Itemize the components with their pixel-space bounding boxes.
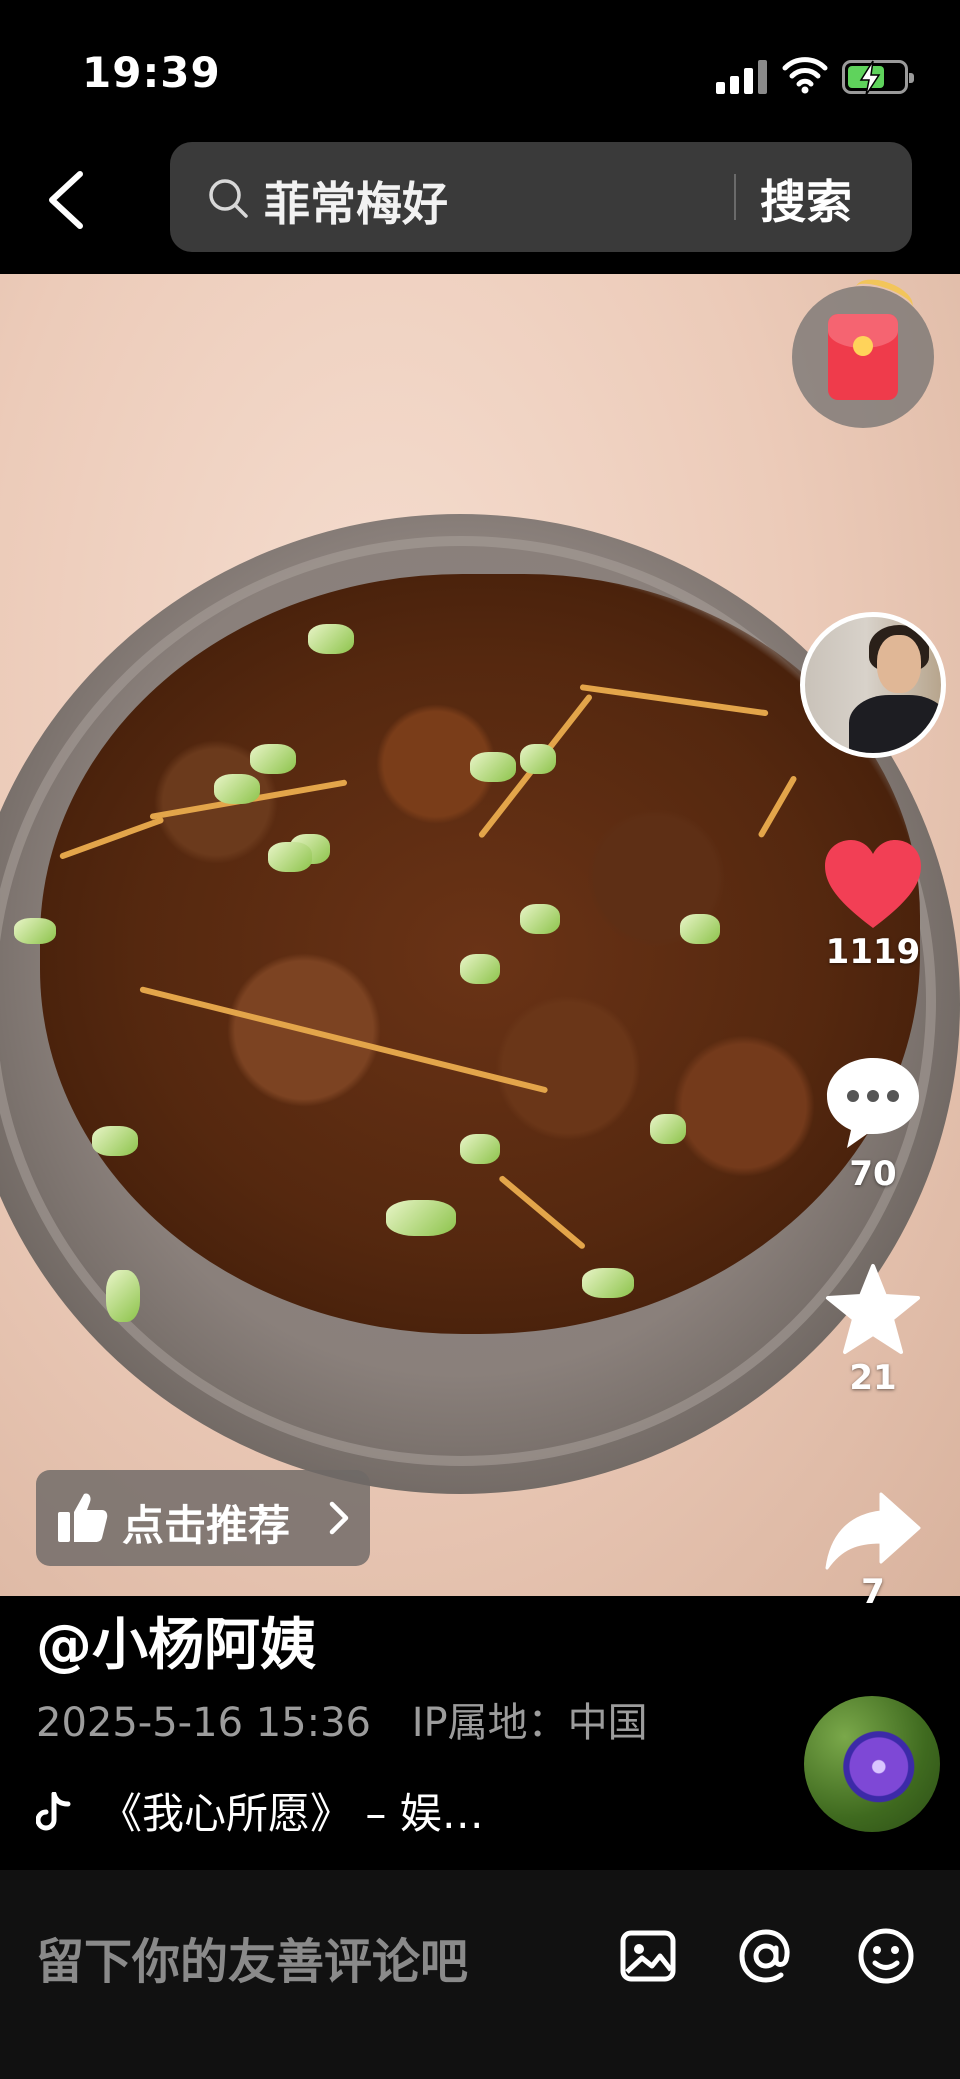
like-button[interactable]: 1119 xyxy=(800,836,946,972)
search-input[interactable]: 菲常梅好 搜索 xyxy=(170,142,912,252)
back-icon[interactable] xyxy=(36,160,96,240)
recommend-label: 点击推荐 xyxy=(122,1501,291,1550)
share-count: 7 xyxy=(861,1572,885,1612)
signal-icon xyxy=(716,60,768,94)
battery-icon xyxy=(842,60,914,96)
status-time: 19:39 xyxy=(82,48,221,97)
status-bar: 19:39 xyxy=(0,0,960,140)
red-packet-icon xyxy=(828,314,898,400)
search-icon xyxy=(209,179,248,218)
thumbs-up-icon xyxy=(58,1493,108,1542)
favorite-count: 21 xyxy=(849,1358,897,1398)
post-date: 2025-5-16 15:36 xyxy=(36,1700,371,1746)
heart-icon xyxy=(825,840,921,928)
author-avatar[interactable] xyxy=(800,612,946,758)
comment-input[interactable]: 留下你的友善评论吧 xyxy=(36,1922,468,1992)
music-title: 《我心所愿》 – 娱… xyxy=(100,1789,484,1838)
at-icon[interactable] xyxy=(736,1926,796,1986)
author-name[interactable]: @小杨阿姨 xyxy=(36,1600,316,1681)
wifi-icon xyxy=(782,57,828,94)
share-button[interactable]: 7 xyxy=(800,1488,946,1612)
share-icon xyxy=(825,1492,921,1570)
emoji-icon[interactable] xyxy=(856,1926,916,1986)
recommend-button[interactable]: 点击推荐 xyxy=(36,1470,370,1566)
comment-button[interactable]: 70 xyxy=(800,1050,946,1194)
music-info[interactable]: 《我心所愿》 – 娱… xyxy=(36,1780,484,1841)
search-button[interactable]: 搜索 xyxy=(760,166,852,232)
comment-count: 70 xyxy=(849,1154,897,1194)
red-packet-button[interactable] xyxy=(792,272,934,428)
tiktok-note-icon xyxy=(36,1792,71,1831)
like-count: 1119 xyxy=(825,932,921,972)
ip-location: IP属地：中国 xyxy=(411,1700,648,1746)
favorite-button[interactable]: 21 xyxy=(800,1262,946,1398)
chevron-right-icon xyxy=(329,1501,349,1535)
search-divider xyxy=(734,174,736,220)
comment-bar: 留下你的友善评论吧 xyxy=(0,1870,960,2079)
image-icon[interactable] xyxy=(618,1926,678,1986)
comment-icon xyxy=(827,1058,919,1148)
search-query: 菲常梅好 xyxy=(264,177,448,231)
post-meta: 2025-5-16 15:36 IP属地：中国 xyxy=(36,1690,648,1748)
music-disc[interactable] xyxy=(804,1696,940,1832)
header: 菲常梅好 搜索 xyxy=(0,140,960,274)
star-icon xyxy=(826,1264,920,1354)
